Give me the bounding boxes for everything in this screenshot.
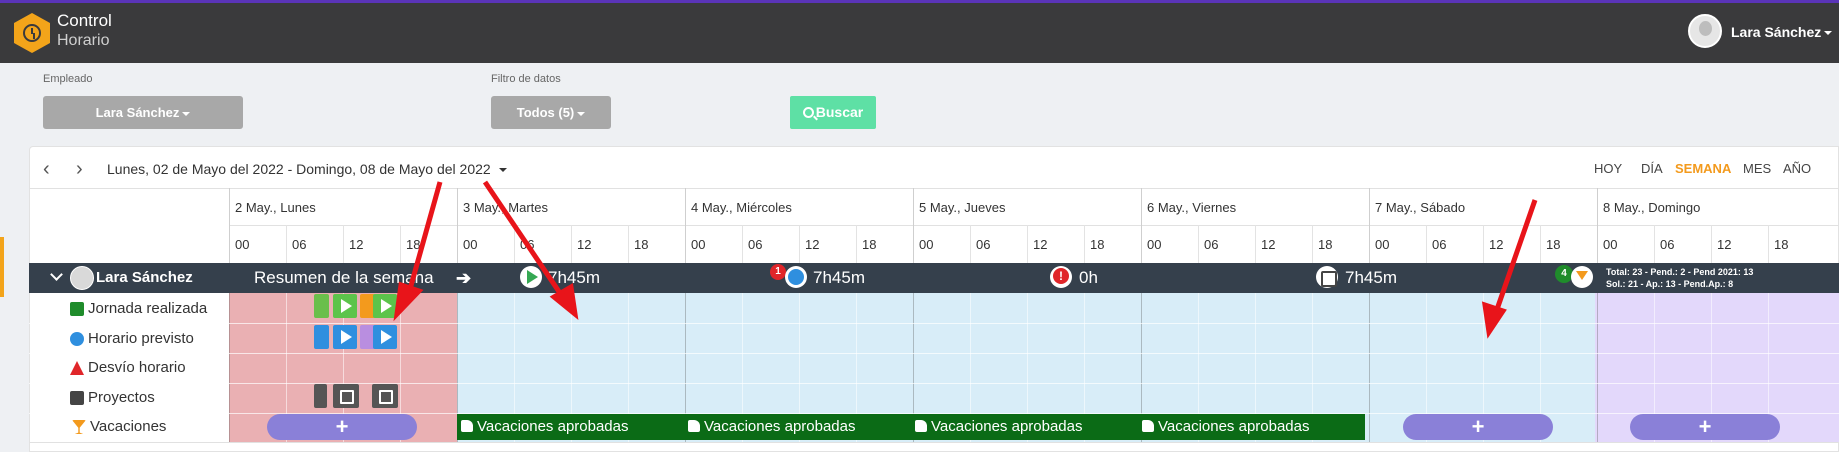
annotation-arrowhead bbox=[1481, 301, 1507, 339]
annotation-arrow bbox=[482, 180, 569, 304]
annotation-arrowhead bbox=[393, 281, 424, 322]
annotation-arrows bbox=[393, 180, 1538, 339]
annotation-arrow bbox=[1491, 199, 1538, 319]
annotation-arrow bbox=[404, 181, 443, 301]
